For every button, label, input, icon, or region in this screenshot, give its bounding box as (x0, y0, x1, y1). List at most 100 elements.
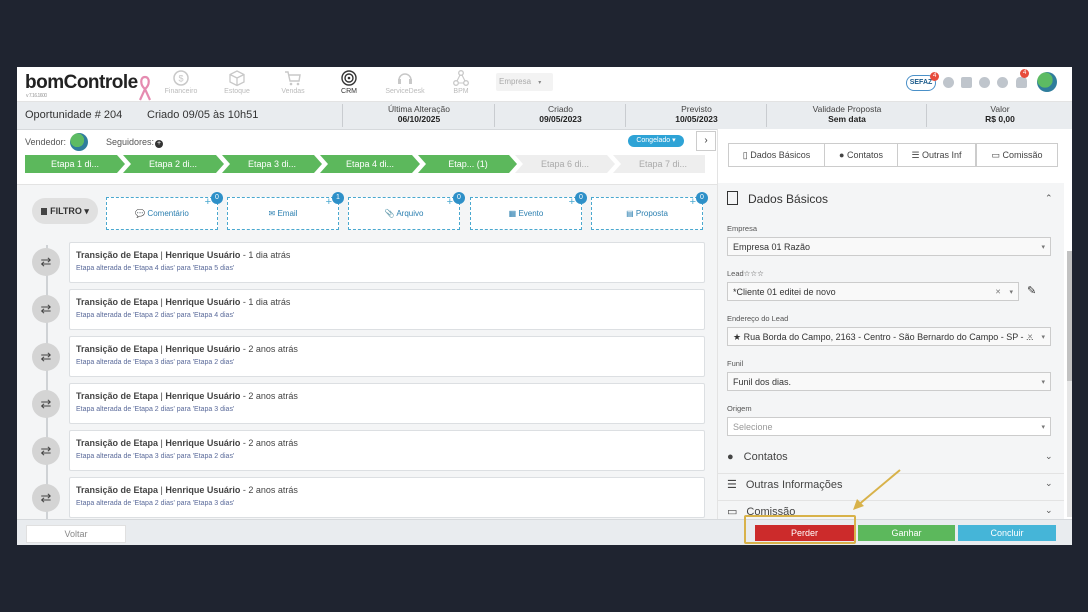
stage-7[interactable]: Etapa 7 di... (618, 155, 708, 173)
calendar-icon[interactable] (961, 77, 972, 88)
empresa-select[interactable]: Empresa ▾ (496, 73, 553, 91)
stage-1[interactable]: Etapa 1 di... (30, 155, 120, 173)
created-label: Criado 09/05 às 10h51 (147, 109, 259, 121)
endereco-field[interactable]: ★ Rua Borda do Campo, 2163 - Centro - Sã… (727, 327, 1051, 346)
document-icon (727, 191, 738, 205)
chevron-up-icon[interactable]: ⌃ (1045, 193, 1053, 204)
scrollbar[interactable] (1067, 251, 1072, 517)
chevron-down-icon: ▾ (1041, 424, 1045, 431)
outras-informacoes-section[interactable]: ☰ Outras Informações ⌄ (727, 478, 1053, 491)
user-icon: ● (839, 150, 845, 160)
stage-4[interactable]: Etapa 4 di... (325, 155, 415, 173)
funil-field[interactable]: Funil dos dias. ▾ (727, 372, 1051, 391)
tab-dados-basicos[interactable]: ▯ Dados Básicos (728, 143, 825, 167)
workflow-icon (453, 70, 469, 86)
filter-email[interactable]: +1 ✉ Email (227, 192, 344, 230)
whatsapp-icon[interactable] (943, 77, 954, 88)
timeline-panel: FILTRO ▾ +0 💬 Comentário +1 ✉ Email +0 📎 Ar… (17, 184, 717, 525)
congelado-button[interactable]: Congelado ▾ (628, 135, 684, 147)
tab-comissao[interactable]: ▭ Comissão (976, 143, 1058, 167)
clear-icon[interactable]: ✕ (995, 283, 1001, 302)
action-bar: Voltar Perder Ganhar Concluir (17, 519, 1072, 545)
transfer-icon: ⇄ (32, 343, 60, 371)
timeline-card[interactable]: Transição de Etapa | Henrique Usuário - … (69, 289, 705, 330)
voltar-button[interactable]: Voltar (26, 525, 126, 543)
concluir-button[interactable]: Concluir (958, 525, 1056, 541)
origem-label: Origem (727, 404, 752, 413)
version-label: v 7.16.1600 (26, 93, 47, 99)
filter-proposta[interactable]: +0 ▤ Proposta (591, 192, 708, 230)
info-validade-proposta: Validade Proposta Sem data (766, 104, 927, 127)
plus-icon: + (325, 196, 332, 208)
help-icon[interactable] (997, 77, 1008, 88)
tab-outras-inf[interactable]: ☰ Outras Inf (897, 143, 976, 167)
edit-icon[interactable]: ✎ (1027, 284, 1036, 297)
nav-estoque[interactable]: Estoque (211, 69, 263, 95)
pink-ribbon-icon (138, 75, 152, 101)
timeline-card[interactable]: Transição de Etapa | Henrique Usuário - … (69, 242, 705, 283)
plus-icon: + (568, 196, 575, 208)
tab-contatos[interactable]: ● Contatos (824, 143, 898, 167)
count-badge: 1 (332, 192, 344, 204)
stage-pipeline: Etapa 1 di... Etapa 2 di... Etapa 3 di..… (25, 155, 705, 173)
filter-arquivo[interactable]: +0 📎 Arquivo (348, 192, 465, 230)
nav-bpm[interactable]: BPM (435, 69, 487, 95)
user-avatar[interactable] (1037, 72, 1057, 92)
add-follower-icon[interactable]: + (155, 140, 164, 148)
sefaz-badge: 4 (930, 72, 940, 81)
info-valor: Valor R$ 0,00 (926, 104, 1072, 127)
timeline-card[interactable]: Transição de Etapa | Henrique Usuário - … (69, 336, 705, 377)
contatos-section[interactable]: ● Contatos ⌄ (727, 451, 1053, 463)
filter-evento[interactable]: +0 ▦ Evento (470, 192, 587, 230)
transfer-icon: ⇄ (32, 484, 60, 512)
comment-icon: 💬 (135, 209, 146, 218)
nav-servicedesk[interactable]: ServiceDesk (379, 69, 431, 95)
money-icon: $ (173, 70, 189, 86)
ganhar-button[interactable]: Ganhar (858, 525, 955, 541)
stage-2[interactable]: Etapa 2 di... (128, 155, 218, 173)
stage-5[interactable]: Etap... (1) (423, 155, 513, 173)
app-window: bomControle v 7.16.1600 $ Financeiro Esto… (17, 67, 1072, 545)
headset-icon (398, 73, 412, 84)
gear-icon[interactable] (979, 77, 990, 88)
chevron-right-icon[interactable]: › (696, 131, 716, 151)
chevron-down-icon: ⌄ (1045, 451, 1053, 461)
filtro-button[interactable]: FILTRO ▾ (32, 198, 98, 224)
user-icon: ● (727, 451, 734, 463)
money-icon: ▭ (991, 150, 1000, 160)
filter-icon (41, 208, 48, 215)
stage-6[interactable]: Etapa 6 di... (520, 155, 610, 173)
top-navbar: bomControle v 7.16.1600 $ Financeiro Esto… (17, 67, 1072, 102)
scrollbar-thumb[interactable] (1067, 251, 1072, 381)
bell-icon[interactable] (1016, 77, 1027, 88)
count-badge: 0 (575, 192, 587, 204)
notification-badge: 4 (1020, 69, 1030, 78)
transfer-icon: ⇄ (32, 390, 60, 418)
calendar-icon: ▦ (508, 209, 517, 218)
vendedor-avatar[interactable] (70, 133, 88, 151)
highlight-box (744, 515, 856, 544)
empresa-label: Empresa (727, 224, 758, 233)
origem-field[interactable]: Selecione ▾ (727, 417, 1051, 436)
empresa-field[interactable]: Empresa 01 Razão ▾ (727, 237, 1051, 256)
seguidores-label: Seguidores: + (106, 137, 164, 148)
count-badge: 0 (211, 192, 223, 204)
plus-icon: + (446, 196, 453, 208)
chevron-down-icon: ⌄ (1045, 505, 1053, 515)
stage-3[interactable]: Etapa 3 di... (227, 155, 317, 173)
clear-icon[interactable]: ✕ (1027, 328, 1033, 345)
nav-financeiro[interactable]: $ Financeiro (155, 69, 207, 95)
timeline-card[interactable]: Transição de Etapa | Henrique Usuário - … (69, 383, 705, 424)
logo[interactable]: bomControle v 7.16.1600 (25, 72, 138, 99)
nav-crm[interactable]: CRM (323, 69, 375, 95)
section-header[interactable]: Dados Básicos (727, 191, 828, 206)
filter-comentario[interactable]: +0 💬 Comentário (106, 192, 223, 230)
box-icon (229, 70, 245, 87)
timeline-card[interactable]: Transição de Etapa | Henrique Usuário - … (69, 430, 705, 471)
endereco-label: Endereço do Lead (727, 314, 789, 323)
lead-field[interactable]: *Cliente 01 editei de novo ✕ ▾ (727, 282, 1019, 301)
timeline-card[interactable]: Transição de Etapa | Henrique Usuário - … (69, 477, 705, 518)
nav-vendas[interactable]: Vendas (267, 69, 319, 95)
info-ultima-alteracao: Última Alteração 06/10/2025 (342, 104, 495, 127)
document-icon: ▯ (742, 150, 748, 160)
